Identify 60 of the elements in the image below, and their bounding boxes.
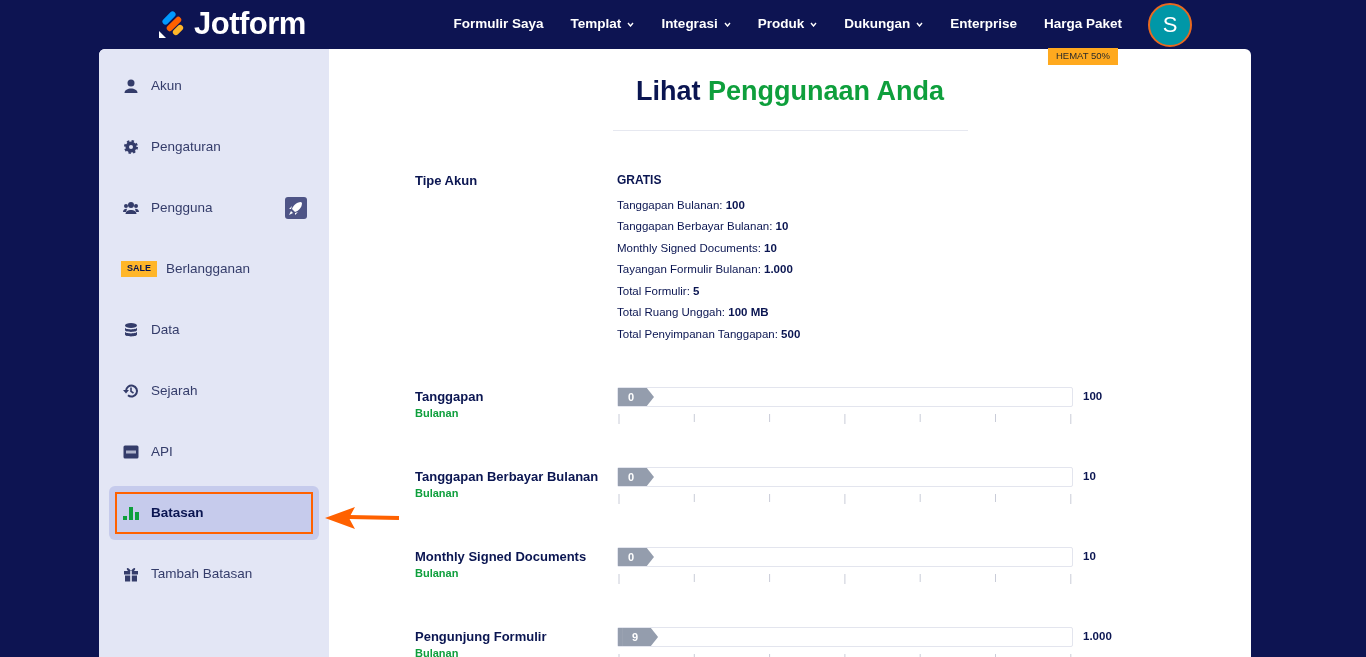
sidebar-item[interactable]: Batasan	[109, 486, 319, 540]
sale-badge: SALE	[121, 261, 157, 277]
logo-text[interactable]: Jotform	[194, 1, 306, 48]
limit-value: 100	[1083, 389, 1103, 405]
nav-link[interactable]: Integrasi	[661, 14, 718, 35]
usage-label: Tanggapan	[415, 388, 485, 406]
nav-link[interactable]: Harga Paket	[1043, 14, 1122, 35]
nav-link[interactable]: Produk	[757, 14, 805, 35]
nav-link[interactable]: Dukungan	[844, 14, 911, 35]
sidebar-item[interactable]: Sejarah	[109, 364, 319, 418]
usage-count: 0	[618, 548, 654, 566]
plan-name: GRATIS	[617, 171, 663, 189]
gift-icon	[123, 566, 139, 582]
account-type-label: Tipe Akun	[415, 171, 479, 190]
limit-value: 1.000	[1083, 629, 1112, 645]
caret-icon[interactable]	[627, 22, 635, 27]
sidebar-item[interactable]: Tambah Batasan	[109, 547, 319, 601]
sidebar-item[interactable]: Pengguna	[109, 181, 319, 235]
history-icon	[123, 383, 139, 399]
user-icon	[123, 78, 139, 94]
limit-text: Total Penyimpanan Tanggapan: 500	[617, 326, 801, 342]
rocket-icon[interactable]	[285, 197, 307, 219]
page-title: Lihat Penggunaan Anda	[636, 76, 944, 106]
period-label: Bulanan	[415, 486, 460, 500]
usage-count: 9	[622, 628, 659, 646]
discount-ribbon: HEMAT 50%	[1047, 48, 1118, 65]
usage-label: Tanggapan Berbayar Bulanan	[415, 468, 600, 486]
user-avatar[interactable]: S	[1148, 2, 1192, 47]
limit-text: Total Ruang Unggah: 100 MB	[617, 305, 770, 320]
nav-link[interactable]: Formulir Saya	[453, 14, 544, 35]
settings-icon	[123, 139, 139, 155]
sidebar-item[interactable]: Akun	[109, 59, 319, 113]
usage-label: Pengunjung Formulir	[415, 628, 548, 646]
sidebar-item[interactable]: API	[109, 425, 319, 479]
caret-icon[interactable]	[810, 22, 818, 27]
caret-icon[interactable]	[723, 22, 731, 27]
limit-text: Monthly Signed Documents: 10	[617, 240, 778, 256]
limit-text: Tanggapan Berbayar Bulanan: 10	[617, 219, 790, 234]
period-label: Bulanan	[415, 406, 460, 420]
period-label: Bulanan	[415, 646, 460, 657]
limit-value: 10	[1083, 549, 1096, 565]
limit-text: Tayangan Formulir Bulanan: 1.000	[617, 262, 794, 277]
usage-count: 0	[618, 468, 654, 486]
limit-value: 10	[1083, 469, 1096, 485]
nav-link[interactable]: Enterprise	[950, 14, 1017, 35]
usage-label: Monthly Signed Documents	[415, 548, 588, 566]
nav-link[interactable]: Templat	[570, 14, 622, 35]
bar-chart-icon	[123, 505, 139, 521]
sidebar-item[interactable]: SALE Berlangganan	[109, 242, 319, 296]
limit-text: Tanggapan Bulanan: 100	[617, 197, 746, 213]
sidebar-item[interactable]: Data	[109, 303, 319, 357]
caret-icon[interactable]	[916, 22, 924, 27]
period-label: Bulanan	[415, 566, 460, 580]
api-icon	[123, 444, 139, 460]
limit-text: Total Formulir: 5	[617, 283, 701, 299]
database-icon	[123, 322, 139, 338]
usage-count: 0	[618, 388, 654, 406]
users-icon	[123, 200, 139, 216]
sidebar-item[interactable]: Pengaturan	[109, 120, 319, 174]
logo-icon	[158, 10, 186, 39]
